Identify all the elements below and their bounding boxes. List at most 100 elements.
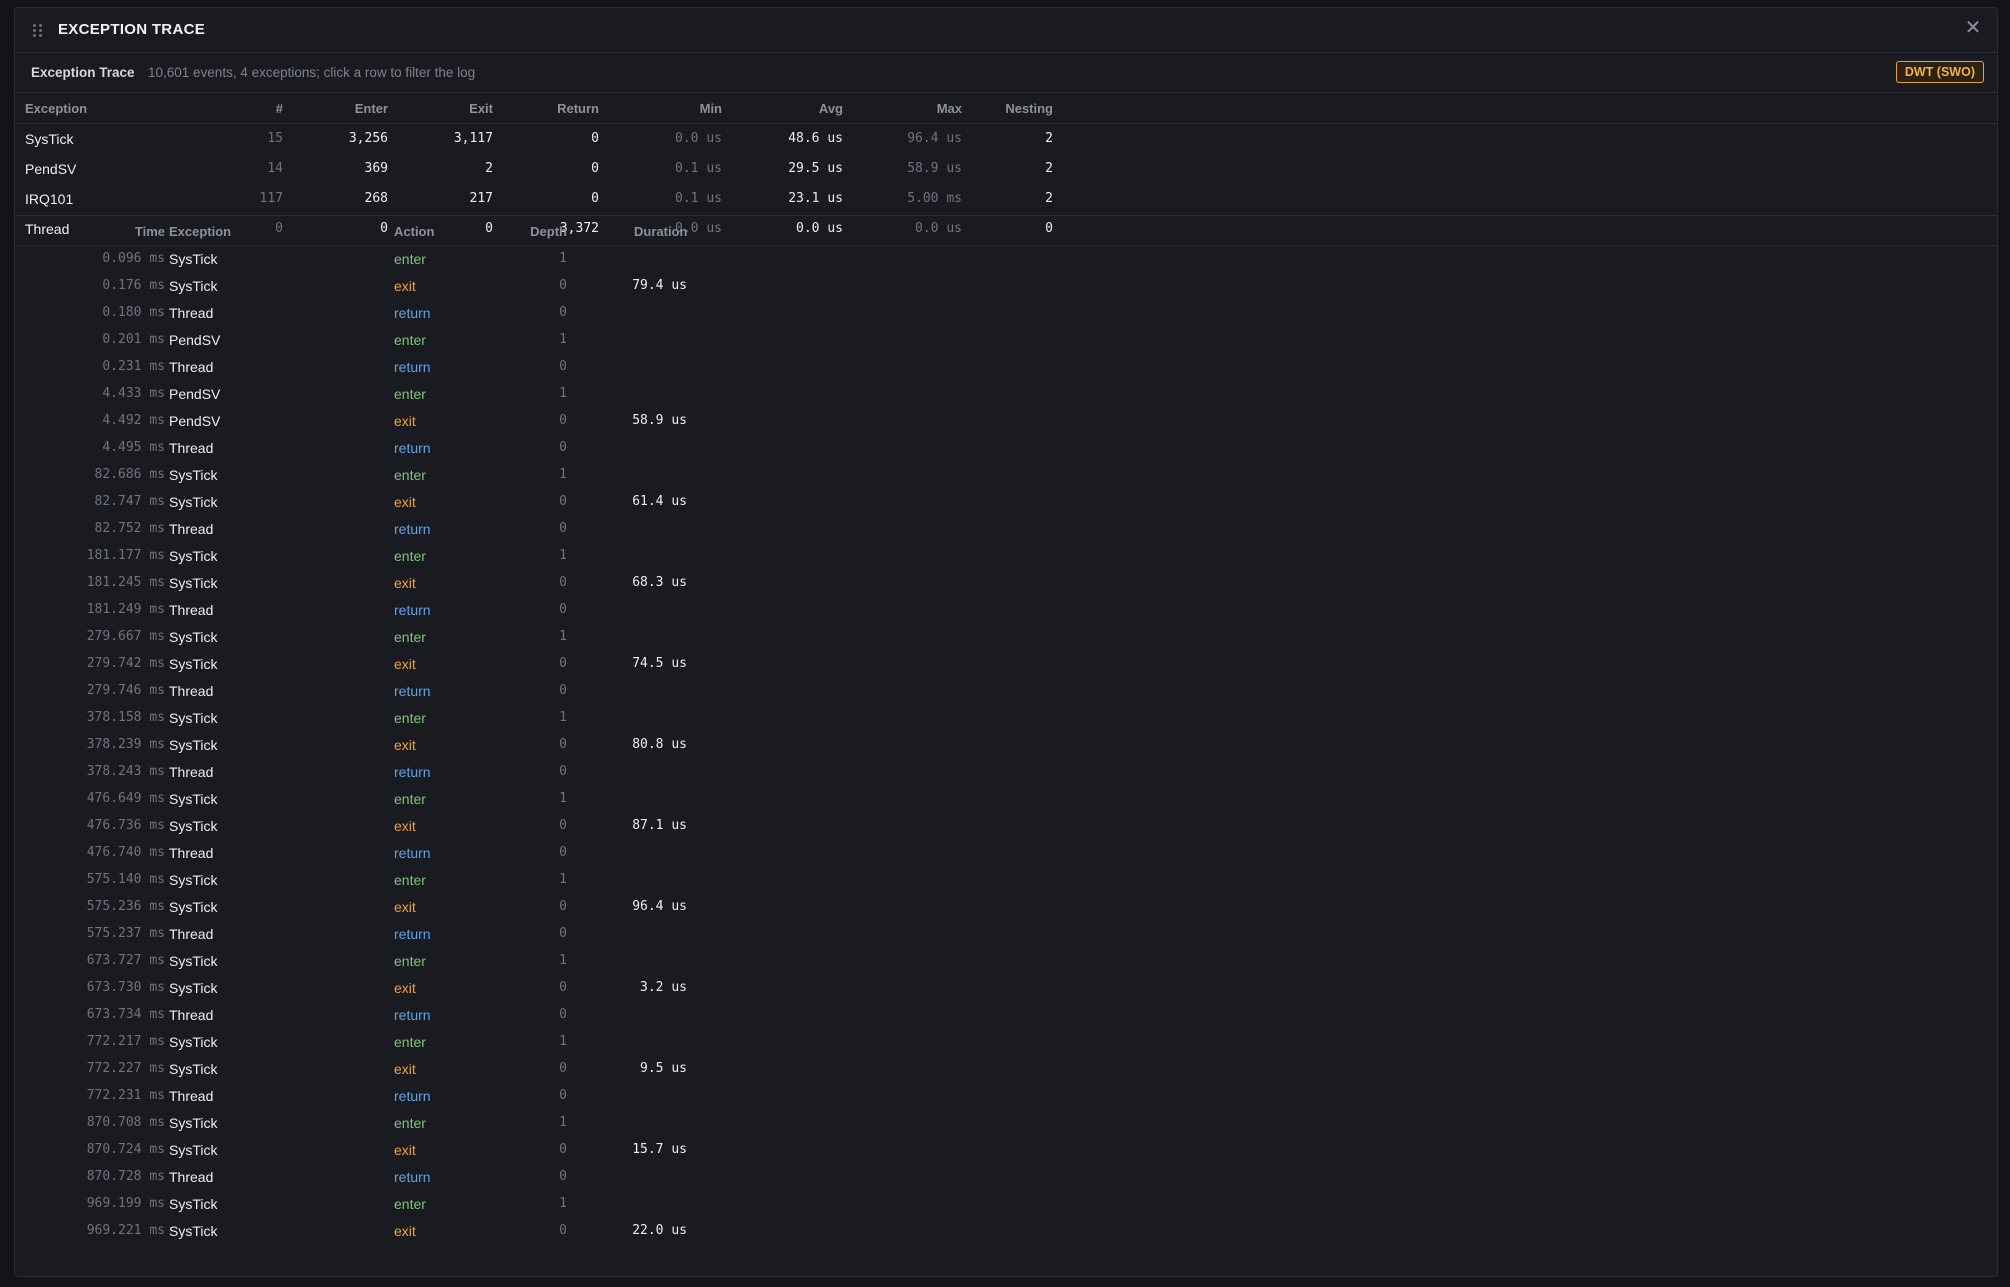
log-row[interactable]: 575.236 ms SysTick exit 0 96.4 us bbox=[15, 894, 1997, 921]
drag-handle-icon[interactable] bbox=[33, 24, 43, 38]
log-time: 0.096 ms bbox=[102, 251, 165, 266]
log-row[interactable]: 82.747 ms SysTick exit 0 61.4 us bbox=[15, 489, 1997, 516]
col-duration[interactable]: Duration bbox=[634, 224, 687, 239]
col-exit[interactable]: Exit bbox=[469, 101, 493, 116]
log-time: 476.740 ms bbox=[86, 845, 165, 860]
log-row[interactable]: 4.495 ms Thread return 0 bbox=[15, 435, 1997, 462]
log-row[interactable]: 673.734 ms Thread return 0 bbox=[15, 1002, 1997, 1029]
log-row[interactable]: 4.433 ms PendSV enter 1 bbox=[15, 381, 1997, 408]
summary-cell-return: 0 bbox=[591, 161, 599, 176]
col-max[interactable]: Max bbox=[937, 101, 962, 116]
log-row[interactable]: 378.158 ms SysTick enter 1 bbox=[15, 705, 1997, 732]
col-time[interactable]: Time bbox=[135, 224, 165, 239]
col-action[interactable]: Action bbox=[394, 224, 434, 239]
log-row[interactable]: 181.177 ms SysTick enter 1 bbox=[15, 543, 1997, 570]
log-exception: Thread bbox=[169, 440, 214, 456]
log-row[interactable]: 279.742 ms SysTick exit 0 74.5 us bbox=[15, 651, 1997, 678]
log-row[interactable]: 476.740 ms Thread return 0 bbox=[15, 840, 1997, 867]
panel-titlebar: EXCEPTION TRACE ✕ bbox=[15, 8, 1997, 53]
log-exception: SysTick bbox=[169, 899, 218, 915]
log-row[interactable]: 870.724 ms SysTick exit 0 15.7 us bbox=[15, 1137, 1997, 1164]
close-icon[interactable]: ✕ bbox=[1963, 18, 1983, 38]
log-depth: 1 bbox=[559, 953, 567, 968]
log-time: 181.245 ms bbox=[86, 575, 165, 590]
col-count[interactable]: # bbox=[276, 101, 283, 116]
log-row[interactable]: 870.708 ms SysTick enter 1 bbox=[15, 1110, 1997, 1137]
log-time: 0.201 ms bbox=[102, 332, 165, 347]
log-row[interactable]: 82.752 ms Thread return 0 bbox=[15, 516, 1997, 543]
log-depth: 1 bbox=[559, 1115, 567, 1130]
log-row[interactable]: 575.140 ms SysTick enter 1 bbox=[15, 867, 1997, 894]
summary-cell-exit: 217 bbox=[469, 191, 493, 206]
log-exception: SysTick bbox=[169, 1223, 218, 1239]
log-depth: 0 bbox=[559, 980, 567, 995]
log-depth: 0 bbox=[559, 845, 567, 860]
log-row[interactable]: 673.730 ms SysTick exit 0 3.2 us bbox=[15, 975, 1997, 1002]
log-depth: 0 bbox=[559, 413, 567, 428]
col-log-exception[interactable]: Exception bbox=[169, 224, 231, 239]
summary-row[interactable]: SysTick 15 3,256 3,117 0 0.0 us 48.6 us 96.4 us… bbox=[15, 124, 1997, 154]
summary-row[interactable]: IRQ101 117 268 217 0 0.1 us 23.1 us 5.00 ms 2 bbox=[15, 184, 1997, 214]
log-row[interactable]: 969.199 ms SysTick enter 1 bbox=[15, 1191, 1997, 1218]
col-exception[interactable]: Exception bbox=[25, 101, 87, 116]
log-depth: 0 bbox=[559, 494, 567, 509]
log-exception: SysTick bbox=[169, 629, 218, 645]
log-row[interactable]: 82.686 ms SysTick enter 1 bbox=[15, 462, 1997, 489]
log-row[interactable]: 378.239 ms SysTick exit 0 80.8 us bbox=[15, 732, 1997, 759]
log-row[interactable]: 0.180 ms Thread return 0 bbox=[15, 300, 1997, 327]
log-action: enter bbox=[394, 332, 426, 348]
log-depth: 0 bbox=[559, 899, 567, 914]
col-enter[interactable]: Enter bbox=[355, 101, 388, 116]
log-action: exit bbox=[394, 737, 416, 753]
summary-row[interactable]: PendSV 14 369 2 0 0.1 us 29.5 us 58.9 us 2 bbox=[15, 154, 1997, 184]
log-row[interactable]: 772.227 ms SysTick exit 0 9.5 us bbox=[15, 1056, 1997, 1083]
log-row[interactable]: 0.201 ms PendSV enter 1 bbox=[15, 327, 1997, 354]
col-return[interactable]: Return bbox=[557, 101, 599, 116]
log-row[interactable]: 0.176 ms SysTick exit 0 79.4 us bbox=[15, 273, 1997, 300]
log-time: 82.686 ms bbox=[94, 467, 165, 482]
summary-cell-exception: IRQ101 bbox=[25, 191, 74, 207]
log-exception: SysTick bbox=[169, 1034, 218, 1050]
log-row[interactable]: 181.249 ms Thread return 0 bbox=[15, 597, 1997, 624]
subheader-description: 10,601 events, 4 exceptions; click a row… bbox=[148, 65, 476, 80]
log-row[interactable]: 476.649 ms SysTick enter 1 bbox=[15, 786, 1997, 813]
log-time: 4.492 ms bbox=[102, 413, 165, 428]
col-nesting[interactable]: Nesting bbox=[1005, 101, 1053, 116]
summary-cell-return: 0 bbox=[591, 191, 599, 206]
log-row[interactable]: 181.245 ms SysTick exit 0 68.3 us bbox=[15, 570, 1997, 597]
col-min[interactable]: Min bbox=[700, 101, 722, 116]
log-row[interactable]: 575.237 ms Thread return 0 bbox=[15, 921, 1997, 948]
log-depth: 0 bbox=[559, 1007, 567, 1022]
log-time: 0.180 ms bbox=[102, 305, 165, 320]
log-row[interactable]: 476.736 ms SysTick exit 0 87.1 us bbox=[15, 813, 1997, 840]
log-action: return bbox=[394, 683, 431, 699]
summary-cell-exit: 3,117 bbox=[453, 131, 493, 146]
log-row[interactable]: 378.243 ms Thread return 0 bbox=[15, 759, 1997, 786]
log-action: enter bbox=[394, 1034, 426, 1050]
summary-cell-nesting: 2 bbox=[1045, 131, 1053, 146]
log-row[interactable]: 279.667 ms SysTick enter 1 bbox=[15, 624, 1997, 651]
log-row[interactable]: 870.728 ms Thread return 0 bbox=[15, 1164, 1997, 1191]
log-action: return bbox=[394, 926, 431, 942]
summary-cell-exit: 2 bbox=[485, 161, 493, 176]
log-row[interactable]: 969.221 ms SysTick exit 0 22.0 us bbox=[15, 1218, 1997, 1245]
log-row[interactable]: 0.096 ms SysTick enter 1 bbox=[15, 246, 1997, 273]
log-header: Time Exception Action Depth Duration bbox=[15, 216, 1997, 246]
log-action: return bbox=[394, 1169, 431, 1185]
col-depth[interactable]: Depth bbox=[530, 224, 567, 239]
log-row[interactable]: 4.492 ms PendSV exit 0 58.9 us bbox=[15, 408, 1997, 435]
col-avg[interactable]: Avg bbox=[819, 101, 843, 116]
log-duration: 87.1 us bbox=[632, 818, 687, 833]
log-duration: 58.9 us bbox=[632, 413, 687, 428]
log-depth: 0 bbox=[559, 656, 567, 671]
log-row[interactable]: 0.231 ms Thread return 0 bbox=[15, 354, 1997, 381]
log-action: exit bbox=[394, 980, 416, 996]
summary-cell-num: 14 bbox=[267, 161, 283, 176]
log-row[interactable]: 772.231 ms Thread return 0 bbox=[15, 1083, 1997, 1110]
log-time: 378.243 ms bbox=[86, 764, 165, 779]
log-row[interactable]: 279.746 ms Thread return 0 bbox=[15, 678, 1997, 705]
log-action: exit bbox=[394, 278, 416, 294]
log-row[interactable]: 673.727 ms SysTick enter 1 bbox=[15, 948, 1997, 975]
log-depth: 0 bbox=[559, 305, 567, 320]
log-row[interactable]: 772.217 ms SysTick enter 1 bbox=[15, 1029, 1997, 1056]
